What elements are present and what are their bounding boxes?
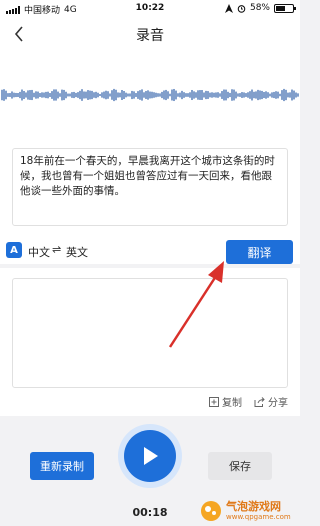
page-title: 录音	[136, 28, 164, 44]
copy-icon	[209, 396, 219, 407]
watermark-site: www.qpgame.com	[226, 513, 291, 521]
status-bar: 中国移动 4G 10:22 58%	[0, 0, 300, 18]
battery-icon	[274, 3, 296, 13]
source-language[interactable]: 中文	[28, 244, 50, 260]
play-button-inner	[124, 430, 176, 482]
play-icon	[144, 447, 158, 465]
play-button[interactable]	[118, 424, 182, 488]
alarm-icon	[237, 4, 246, 13]
transcript-text[interactable]: 18年前在一个春天的，早晨我离开这个城市这条街的时候，我也曾有一个姐姐也曾答应过…	[12, 148, 288, 226]
waveform-panel	[0, 50, 300, 140]
audio-waveform	[1, 88, 299, 102]
target-language[interactable]: 英文	[66, 244, 88, 260]
site-watermark: 气泡游戏网 www.qpgame.com	[200, 498, 296, 524]
swap-languages-icon[interactable]: ⇌	[52, 243, 61, 256]
rerecord-button[interactable]: 重新录制	[30, 452, 94, 480]
battery-fill	[276, 5, 286, 11]
translation-copy-button[interactable]: 复制	[209, 394, 242, 409]
share-icon	[254, 396, 265, 407]
translation-actions: 复制 分享	[209, 394, 288, 409]
navigation-bar: 录音	[0, 18, 300, 50]
watermark-brand: 气泡游戏网	[226, 500, 281, 513]
location-icon	[224, 3, 233, 13]
battery-percent: 58%	[249, 3, 270, 13]
translate-button[interactable]: 翻译	[226, 240, 293, 264]
copy-label: 复制	[222, 398, 242, 409]
translation-card: 复制 分享	[0, 268, 300, 416]
share-label: 分享	[268, 398, 288, 409]
annotation-arrow	[168, 261, 224, 348]
translate-language-icon: A	[6, 242, 22, 258]
bubble-logo-icon	[201, 501, 221, 521]
translation-share-button[interactable]: 分享	[254, 394, 288, 409]
save-button[interactable]: 保存	[208, 452, 272, 480]
translation-result[interactable]	[12, 278, 288, 388]
status-right: 58%	[224, 3, 296, 13]
